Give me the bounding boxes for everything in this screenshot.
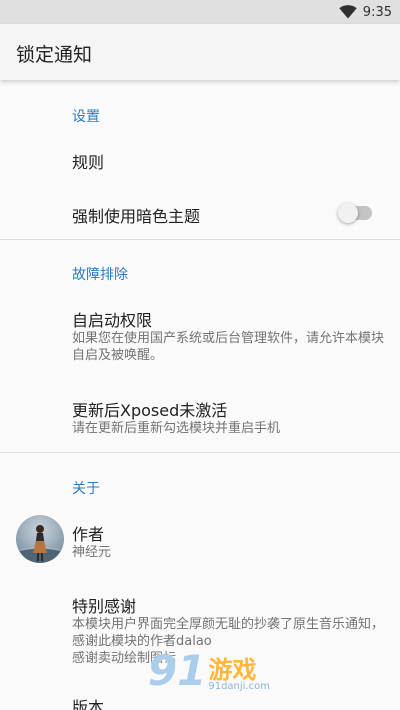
divider	[0, 452, 400, 453]
pref-version[interactable]: 版本	[0, 680, 400, 710]
pref-autostart-summary: 如果您在使用国产系统或后台管理软件，请允许本模块自启及被唤醒。	[72, 331, 385, 363]
pref-author-title: 作者	[72, 525, 105, 544]
category-settings: 设置	[72, 109, 100, 125]
pref-thanks-title: 特别感谢	[72, 597, 137, 616]
pref-thanks[interactable]: 特别感谢 本模块用户界面完全厚颜无耻的抄袭了原生音乐通知，感谢此模块的作者dal…	[0, 580, 400, 680]
pref-xposed-summary: 请在更新后重新勾选模块并重启手机	[72, 421, 281, 436]
pref-xposed-title: 更新后Xposed未激活	[72, 401, 228, 420]
category-troubleshooting: 故障排除	[72, 267, 128, 283]
pref-author-summary: 神经元	[72, 545, 112, 560]
pref-autostart-title: 自启动权限	[72, 311, 153, 330]
pref-xposed[interactable]: 更新后Xposed未激活 请在更新后重新勾选模块并重启手机	[0, 384, 400, 444]
app-title: 锁定通知	[16, 44, 93, 66]
status-icons: 9:35	[339, 0, 392, 24]
switch-thumb	[338, 203, 358, 223]
pref-thanks-summary-2: 感谢卖动绘制图标	[72, 651, 177, 666]
dark-theme-switch[interactable]	[338, 203, 372, 223]
pref-rules[interactable]: 规则	[0, 136, 400, 186]
wifi-icon	[339, 5, 357, 19]
pref-dark-theme-title: 强制使用暗色主题	[72, 207, 201, 226]
divider	[0, 239, 400, 240]
screen: 9:35 锁定通知 设置 规则 强制使用暗色主题 故障排除 自启动权限 如果您在…	[0, 0, 400, 710]
app-bar: 锁定通知	[0, 24, 400, 80]
pref-author[interactable]: 作者 神经元	[0, 508, 400, 570]
status-bar: 9:35	[0, 0, 400, 24]
preference-list[interactable]: 设置 规则 强制使用暗色主题 故障排除 自启动权限 如果您在使用国产系统或后台管…	[0, 80, 400, 710]
pref-dark-theme[interactable]: 强制使用暗色主题	[0, 190, 400, 238]
pref-version-title: 版本	[72, 698, 105, 710]
pref-thanks-summary-1: 本模块用户界面完全厚颜无耻的抄袭了原生音乐通知，感谢此模块的作者dalao	[72, 617, 385, 649]
status-time: 9:35	[362, 4, 392, 20]
pref-rules-title: 规则	[72, 153, 105, 172]
pref-autostart[interactable]: 自启动权限 如果您在使用国产系统或后台管理软件，请允许本模块自启及被唤醒。	[0, 294, 400, 374]
author-avatar	[16, 515, 64, 563]
category-about: 关于	[72, 481, 100, 497]
